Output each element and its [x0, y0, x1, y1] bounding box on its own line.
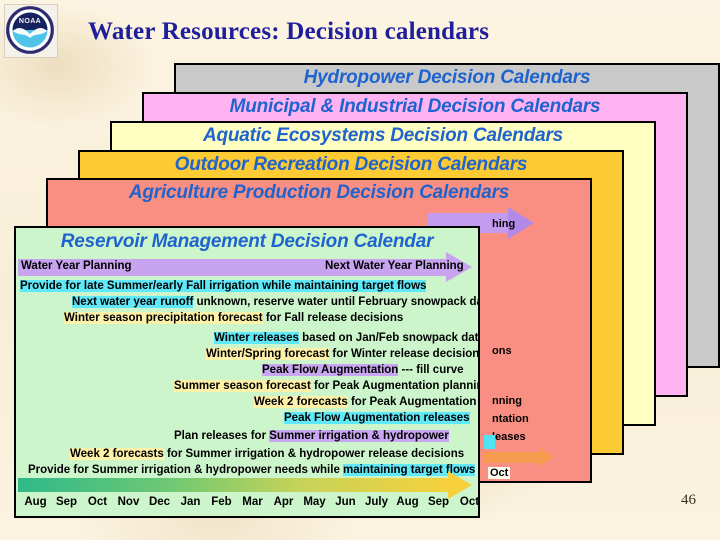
- decision-line: Next water year runoff unknown, reserve …: [72, 296, 480, 309]
- season-progress-arrow-head-icon: [448, 471, 472, 499]
- decision-line: Winter releases based on Jan/Feb snowpac…: [214, 332, 480, 345]
- panel-text-fragment: hing: [492, 218, 516, 230]
- decision-line-highlight: Peak Flow Augmentation: [262, 364, 399, 376]
- decision-line-text: Plan releases for: [174, 430, 270, 442]
- month-label: July: [364, 496, 388, 508]
- month-label: Oct: [459, 496, 480, 508]
- decision-calendar-panel-title: Municipal & Industrial Decision Calendar…: [229, 96, 601, 117]
- month-label: Aug: [24, 496, 47, 508]
- noaa-seal-icon: NOAA: [6, 6, 54, 54]
- reservoir-panel-title: Reservoir Management Decision Calendar: [60, 231, 434, 252]
- decision-line-text: Provide for Summer irrigation & hydropow…: [28, 464, 344, 476]
- month-label: Sep: [427, 496, 450, 508]
- month-label: Sep: [55, 496, 78, 508]
- decision-calendar-panel-title: Aquatic Ecosystems Decision Calendars: [202, 125, 564, 146]
- decision-line-text: unknown, reserve water until February sn…: [193, 296, 480, 308]
- panel-cyan-marker: [484, 435, 495, 449]
- decision-line: Week 2 forecasts for Summer irrigation &…: [70, 448, 464, 461]
- month-label: Oct: [87, 496, 108, 508]
- decision-line: Week 2 forecasts for Peak Augmentation: [254, 396, 476, 409]
- panel-text-fragment: nning: [492, 395, 522, 407]
- month-label: May: [303, 496, 326, 508]
- decision-line-highlight: Peak Flow Augmentation releases: [284, 412, 470, 424]
- panel-text-fragment: leases: [492, 431, 526, 443]
- panel-text-fragment: ntation: [492, 413, 529, 425]
- next-water-year-planning-label: Next Water Year Planning: [325, 260, 464, 272]
- reservoir-management-panel[interactable]: Reservoir Management Decision Calendar W…: [14, 226, 480, 518]
- decision-line-highlight: Week 2 forecasts: [70, 448, 164, 460]
- decision-calendar-panel-title: Outdoor Recreation Decision Calendars: [174, 154, 528, 175]
- decision-line-highlight: Winter releases: [214, 332, 299, 344]
- decision-line-text: for Summer irrigation & hydropower relea…: [163, 448, 465, 460]
- decision-line: Peak Flow Augmentation --- fill curve: [262, 364, 464, 377]
- month-label: Jun: [335, 496, 356, 508]
- svg-text:NOAA: NOAA: [19, 18, 41, 25]
- month-label: Dec: [148, 496, 171, 508]
- decision-line-highlight: Summer season forecast: [174, 380, 311, 392]
- panel-month-label-oct: Oct: [488, 467, 511, 479]
- decision-calendar-panel-title: Hydropower Decision Calendars: [303, 67, 591, 88]
- page-title: Water Resources: Decision calendars: [88, 18, 490, 45]
- month-label: Nov: [117, 496, 140, 508]
- water-year-planning-label: Water Year Planning: [21, 260, 132, 272]
- panel-release-arrow-head-icon: [540, 448, 554, 466]
- decision-line-highlight: Next water year runoff: [72, 296, 194, 308]
- decision-line-highlight: Week 2 forecasts: [254, 396, 348, 408]
- decision-line-text: for Peak Augmentation: [347, 396, 477, 408]
- slide-number: 46: [681, 492, 696, 508]
- decision-line-highlight: Winter season precipitation forecast: [64, 312, 263, 324]
- season-progress-arrow-bar: [18, 478, 448, 492]
- noaa-logo: NOAA: [4, 4, 58, 58]
- month-label: Mar: [242, 496, 263, 508]
- month-label: Feb: [211, 496, 232, 508]
- decision-line-text: --- fill curve: [398, 364, 464, 376]
- decision-line-highlight: Summer irrigation & hydropower: [269, 430, 449, 442]
- decision-line: Provide for late Summer/early Fall irrig…: [20, 280, 427, 293]
- decision-line: Peak Flow Augmentation releases: [284, 412, 470, 425]
- decision-line: Summer season forecast for Peak Augmenta…: [174, 380, 480, 393]
- month-label: Jan: [180, 496, 201, 508]
- decision-line-highlight: Provide for late Summer/early Fall irrig…: [20, 280, 427, 292]
- decision-calendar-panel-title: Agriculture Production Decision Calendar…: [128, 182, 510, 203]
- month-axis: Aug Sep Oct Nov Dec Jan Feb Mar Apr May Jun July Aug…: [20, 496, 478, 508]
- decision-line-text: based on Jan/Feb snowpack data: [298, 332, 480, 344]
- decision-line-text: for Fall release decisions: [262, 312, 404, 324]
- decision-line: Plan releases for Summer irrigation & hy…: [174, 430, 449, 443]
- decision-line-highlight: Winter/Spring forecast: [206, 348, 330, 360]
- panel-release-arrow-bar: [484, 452, 540, 463]
- decision-line-text: for Peak Augmentation planning: [310, 380, 480, 392]
- decision-line: Provide for Summer irrigation & hydropow…: [28, 464, 476, 477]
- decision-line: Winter season precipitation forecast for…: [64, 312, 403, 325]
- panel-text-fragment: ons: [492, 345, 512, 357]
- month-label: Apr: [273, 496, 294, 508]
- month-label: Aug: [396, 496, 419, 508]
- decision-line-text: for Winter release decisions: [329, 348, 480, 360]
- decision-line: Winter/Spring forecast for Winter releas…: [206, 348, 480, 361]
